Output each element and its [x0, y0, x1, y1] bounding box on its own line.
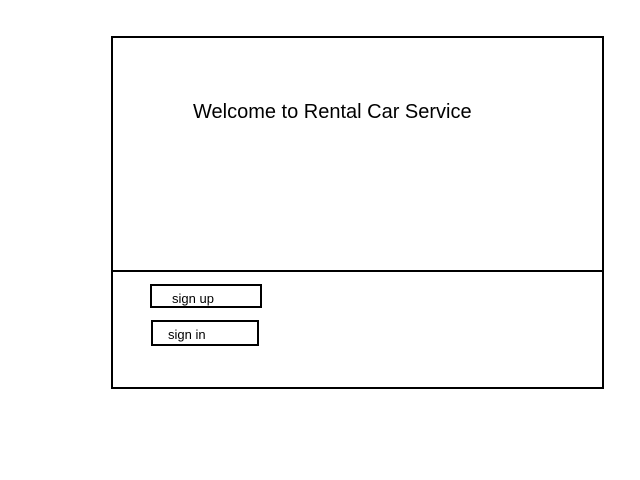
auth-actions-panel: sign up sign in [113, 272, 602, 387]
sign-in-button[interactable]: sign in [151, 320, 259, 346]
app-window: Welcome to Rental Car Service sign up si… [111, 36, 604, 389]
sign-up-button[interactable]: sign up [150, 284, 262, 308]
welcome-panel: Welcome to Rental Car Service [113, 38, 602, 272]
page-title: Welcome to Rental Car Service [193, 101, 472, 123]
